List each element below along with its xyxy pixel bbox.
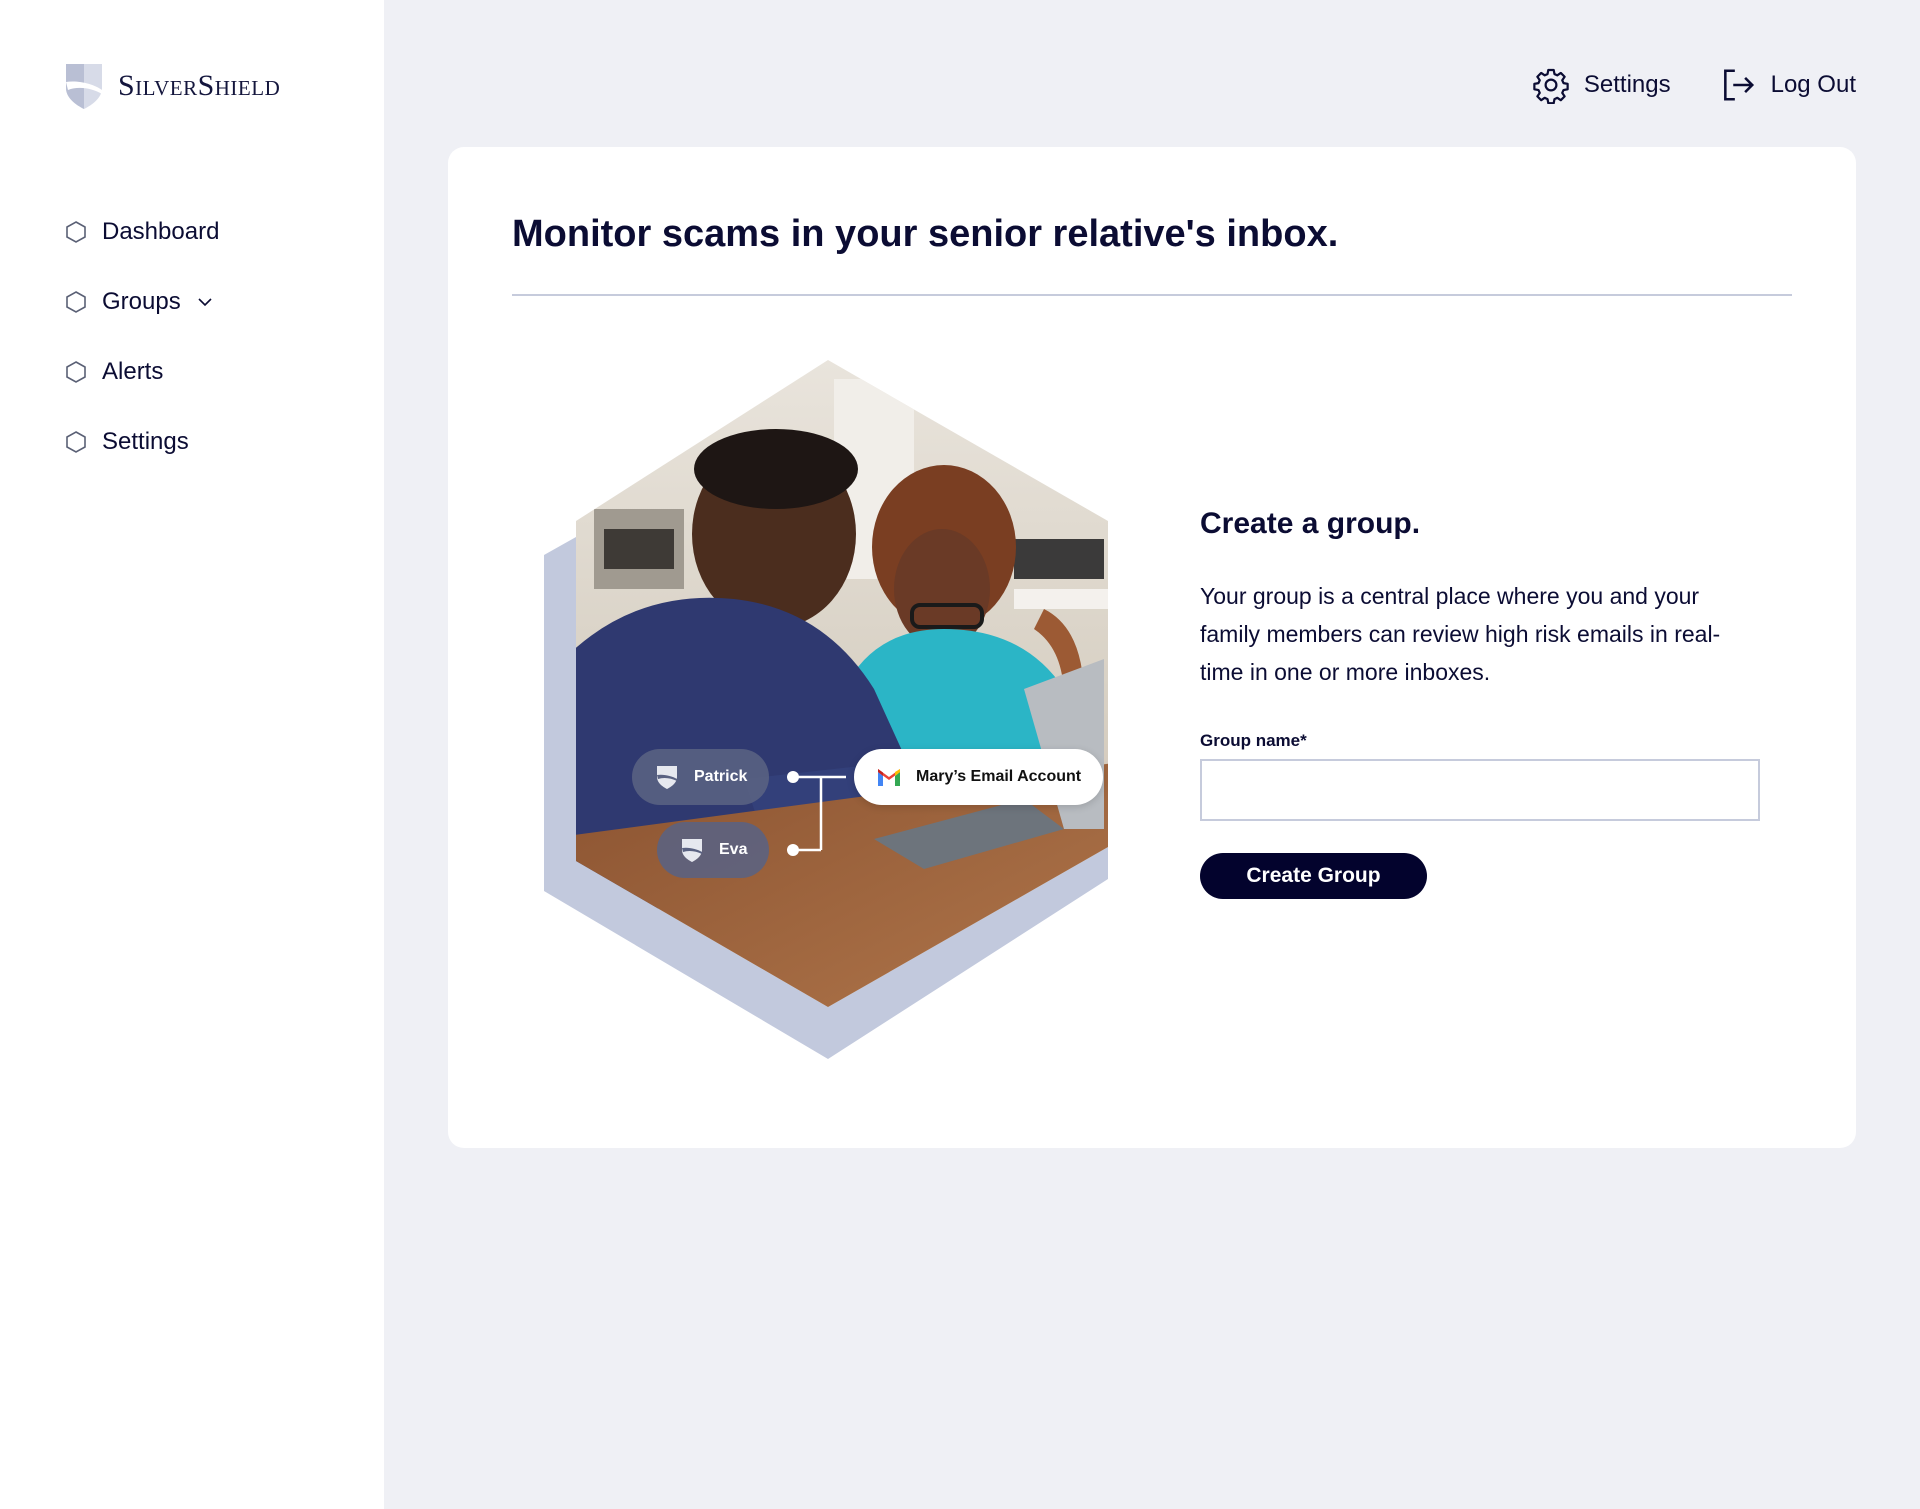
hexagon-icon bbox=[66, 361, 86, 383]
sidebar-item-label: Settings bbox=[102, 428, 189, 455]
brand-name: SilverShield bbox=[118, 69, 281, 102]
logout-link-label: Log Out bbox=[1770, 71, 1856, 98]
member-name: Patrick bbox=[694, 768, 748, 785]
sidebar-item-label: Groups bbox=[102, 288, 181, 315]
sidebar-item-alerts[interactable]: Alerts bbox=[64, 350, 219, 394]
brand-logo[interactable]: SilverShield bbox=[64, 62, 280, 110]
gmail-icon bbox=[878, 769, 900, 786]
logout-icon bbox=[1723, 69, 1754, 101]
sidebar-item-settings[interactable]: Settings bbox=[64, 420, 219, 464]
chevron-down-icon[interactable] bbox=[195, 292, 215, 312]
settings-link[interactable]: Settings bbox=[1532, 66, 1671, 104]
title-divider bbox=[512, 294, 1792, 296]
email-account-chip: Mary’s Email Account bbox=[854, 749, 1104, 805]
member-chip-patrick: Patrick bbox=[632, 749, 770, 805]
gear-icon bbox=[1533, 68, 1569, 104]
main-card: Monitor scams in your senior relative's … bbox=[448, 147, 1856, 1148]
logout-link[interactable]: Log Out bbox=[1719, 66, 1856, 104]
page-title: Monitor scams in your senior relative's … bbox=[512, 213, 1339, 255]
hexagon-icon bbox=[66, 221, 86, 243]
form-heading: Create a group. bbox=[1200, 507, 1421, 540]
create-group-form: Create a group. Your group is a central … bbox=[1200, 507, 1760, 899]
create-group-button[interactable]: Create Group bbox=[1200, 853, 1427, 899]
group-name-label: Group name* bbox=[1200, 731, 1307, 750]
sidebar-item-groups[interactable]: Groups bbox=[64, 280, 219, 324]
hero-illustration: Patrick Eva Mary’s Email Account bbox=[544, 359, 1144, 1059]
top-bar: Settings Log Out bbox=[1532, 66, 1856, 104]
email-account-label: Mary’s Email Account bbox=[916, 768, 1082, 785]
hexagon-photo bbox=[544, 360, 1108, 1059]
shield-logo-icon bbox=[66, 64, 102, 109]
sidebar-nav: Dashboard Groups Alerts Settings bbox=[64, 210, 219, 490]
sidebar-item-label: Alerts bbox=[102, 358, 164, 385]
group-name-input[interactable] bbox=[1200, 759, 1760, 821]
hexagon-icon bbox=[66, 431, 86, 453]
settings-link-label: Settings bbox=[1583, 71, 1671, 98]
member-chip-eva: Eva bbox=[657, 822, 770, 878]
hexagon-icon bbox=[66, 291, 86, 313]
sidebar-item-label: Dashboard bbox=[102, 218, 220, 245]
shield-icon bbox=[657, 766, 677, 789]
member-name: Eva bbox=[719, 841, 748, 858]
form-description: Your group is a central place where you … bbox=[1200, 583, 1721, 685]
sidebar: SilverShield Dashboard Groups Alerts Set… bbox=[0, 0, 384, 1509]
shield-icon bbox=[682, 839, 702, 862]
sidebar-item-dashboard[interactable]: Dashboard bbox=[64, 210, 219, 254]
